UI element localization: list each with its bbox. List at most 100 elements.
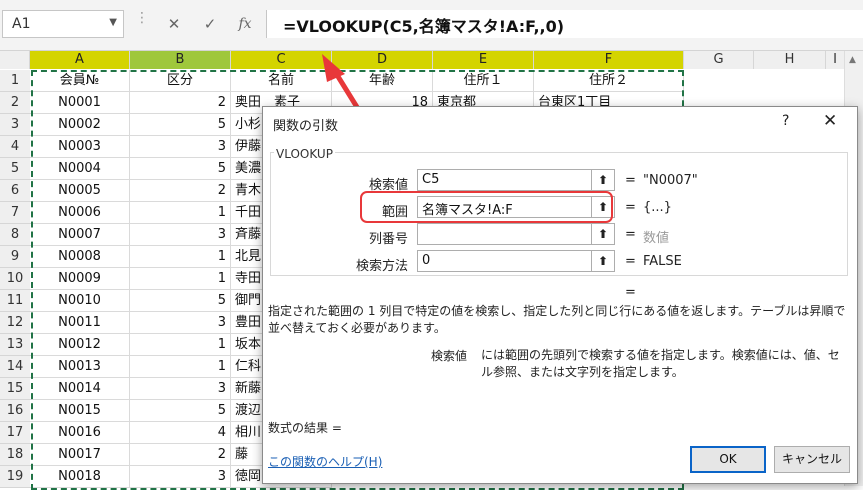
- cell-category[interactable]: 1: [130, 202, 231, 224]
- name-box[interactable]: A1 ▼: [2, 10, 124, 38]
- close-icon[interactable]: ✕: [823, 111, 837, 131]
- cell-member-id[interactable]: N0009: [30, 268, 130, 290]
- column-header-f[interactable]: F: [534, 51, 684, 69]
- check-icon[interactable]: ✓: [198, 12, 222, 36]
- row-header[interactable]: 12: [0, 312, 30, 334]
- cell-member-id[interactable]: N0008: [30, 246, 130, 268]
- collapse-arrow-icon[interactable]: ⬆: [591, 224, 614, 244]
- chevron-down-icon[interactable]: ▼: [109, 17, 117, 28]
- cell-category[interactable]: 5: [130, 400, 231, 422]
- table-array-text: 名簿マスタ!A:F: [422, 203, 513, 218]
- ok-button[interactable]: OK: [690, 446, 766, 473]
- cell-category[interactable]: 3: [130, 136, 231, 158]
- arg-label-table-array: 範囲: [381, 205, 408, 220]
- table-array-input[interactable]: 名簿マスタ!A:F ⬆: [417, 196, 615, 218]
- cell-member-id[interactable]: N0005: [30, 180, 130, 202]
- row-header[interactable]: 8: [0, 224, 30, 246]
- column-headers: A B C D E F G H I: [0, 51, 863, 69]
- scroll-up-icon[interactable]: ▲: [849, 55, 856, 65]
- header-cell[interactable]: 区分: [130, 70, 231, 92]
- row-header[interactable]: 15: [0, 378, 30, 400]
- row-header[interactable]: 16: [0, 400, 30, 422]
- row-header[interactable]: 4: [0, 136, 30, 158]
- help-icon[interactable]: ?: [782, 113, 789, 129]
- function-description: 指定された範囲の 1 列目で特定の値を検索し、指定した列と同じ行にある値を返しま…: [268, 304, 846, 335]
- column-header-c[interactable]: C: [231, 51, 332, 69]
- column-header-g[interactable]: G: [684, 51, 754, 69]
- row-header[interactable]: 18: [0, 444, 30, 466]
- cell-category[interactable]: 1: [130, 268, 231, 290]
- cell-category[interactable]: 2: [130, 92, 231, 114]
- column-header-d[interactable]: D: [332, 51, 433, 69]
- cell-category[interactable]: 5: [130, 290, 231, 312]
- header-cell[interactable]: 住所１: [433, 70, 534, 92]
- column-header-a[interactable]: A: [30, 51, 130, 69]
- cell-category[interactable]: 1: [130, 356, 231, 378]
- insert-function-button[interactable]: fx: [233, 12, 257, 36]
- cell-member-id[interactable]: N0017: [30, 444, 130, 466]
- row-header[interactable]: 9: [0, 246, 30, 268]
- range-lookup-input[interactable]: 0 ⬆: [417, 250, 615, 272]
- cell-member-id[interactable]: N0001: [30, 92, 130, 114]
- cancel-button[interactable]: キャンセル: [774, 446, 850, 473]
- cell-member-id[interactable]: N0003: [30, 136, 130, 158]
- col-index-input[interactable]: ⬆: [417, 223, 615, 245]
- cell-category[interactable]: 2: [130, 444, 231, 466]
- cell-category[interactable]: 4: [130, 422, 231, 444]
- row-header[interactable]: 17: [0, 422, 30, 444]
- cell-member-id[interactable]: N0004: [30, 158, 130, 180]
- row-header[interactable]: 3: [0, 114, 30, 136]
- cell-member-id[interactable]: N0016: [30, 422, 130, 444]
- column-header-i[interactable]: I: [826, 51, 845, 69]
- cell-member-id[interactable]: N0011: [30, 312, 130, 334]
- cell-member-id[interactable]: N0014: [30, 378, 130, 400]
- collapse-arrow-icon[interactable]: ⬆: [591, 197, 614, 217]
- header-cell[interactable]: 名前: [231, 70, 332, 92]
- formula-input[interactable]: =VLOOKUP(C5,名簿マスタ!A:F,,0): [266, 10, 863, 38]
- function-name: VLOOKUP: [274, 147, 335, 161]
- column-header-b[interactable]: B: [130, 51, 231, 69]
- cross-icon[interactable]: ✕: [162, 12, 186, 36]
- equals-sign: =: [625, 173, 636, 188]
- header-cell[interactable]: 年齢: [332, 70, 433, 92]
- cell-category[interactable]: 3: [130, 466, 231, 488]
- cell-member-id[interactable]: N0002: [30, 114, 130, 136]
- collapse-arrow-icon[interactable]: ⬆: [591, 251, 614, 271]
- header-cell[interactable]: 住所２: [534, 70, 684, 92]
- cell-category[interactable]: 2: [130, 180, 231, 202]
- cell-member-id[interactable]: N0015: [30, 400, 130, 422]
- lookup-value-input[interactable]: C5 ⬆: [417, 169, 615, 191]
- row-header[interactable]: 2: [0, 92, 30, 114]
- row-header[interactable]: 14: [0, 356, 30, 378]
- cell-category[interactable]: 3: [130, 312, 231, 334]
- row-header[interactable]: 7: [0, 202, 30, 224]
- cell-member-id[interactable]: N0013: [30, 356, 130, 378]
- select-all-corner[interactable]: [0, 51, 30, 69]
- function-help-link[interactable]: この関数のヘルプ(H): [268, 453, 382, 470]
- cell-category[interactable]: 5: [130, 158, 231, 180]
- cell-category[interactable]: 3: [130, 378, 231, 400]
- row-header[interactable]: 10: [0, 268, 30, 290]
- column-header-h[interactable]: H: [754, 51, 826, 69]
- cell-category[interactable]: 1: [130, 246, 231, 268]
- cell-member-id[interactable]: N0018: [30, 466, 130, 488]
- formula-result: 数式の結果 =: [268, 421, 342, 435]
- cell-member-id[interactable]: N0006: [30, 202, 130, 224]
- arg-label-range-lookup: 検索方法: [355, 259, 408, 274]
- cell-category[interactable]: 1: [130, 334, 231, 356]
- cell-category[interactable]: 5: [130, 114, 231, 136]
- header-cell[interactable]: 会員№: [30, 70, 130, 92]
- row-header[interactable]: 11: [0, 290, 30, 312]
- row-header[interactable]: 6: [0, 180, 30, 202]
- row-header[interactable]: 5: [0, 158, 30, 180]
- function-arguments-dialog: 関数の引数 ? ✕ VLOOKUP 検索値 C5 ⬆ = "N0007" 範囲 …: [262, 106, 858, 484]
- cell-member-id[interactable]: N0007: [30, 224, 130, 246]
- row-header[interactable]: 13: [0, 334, 30, 356]
- row-header[interactable]: 19: [0, 466, 30, 488]
- collapse-arrow-icon[interactable]: ⬆: [591, 170, 614, 190]
- column-header-e[interactable]: E: [433, 51, 534, 69]
- cell-category[interactable]: 3: [130, 224, 231, 246]
- cell-member-id[interactable]: N0012: [30, 334, 130, 356]
- cell-member-id[interactable]: N0010: [30, 290, 130, 312]
- row-header[interactable]: 1: [0, 70, 30, 92]
